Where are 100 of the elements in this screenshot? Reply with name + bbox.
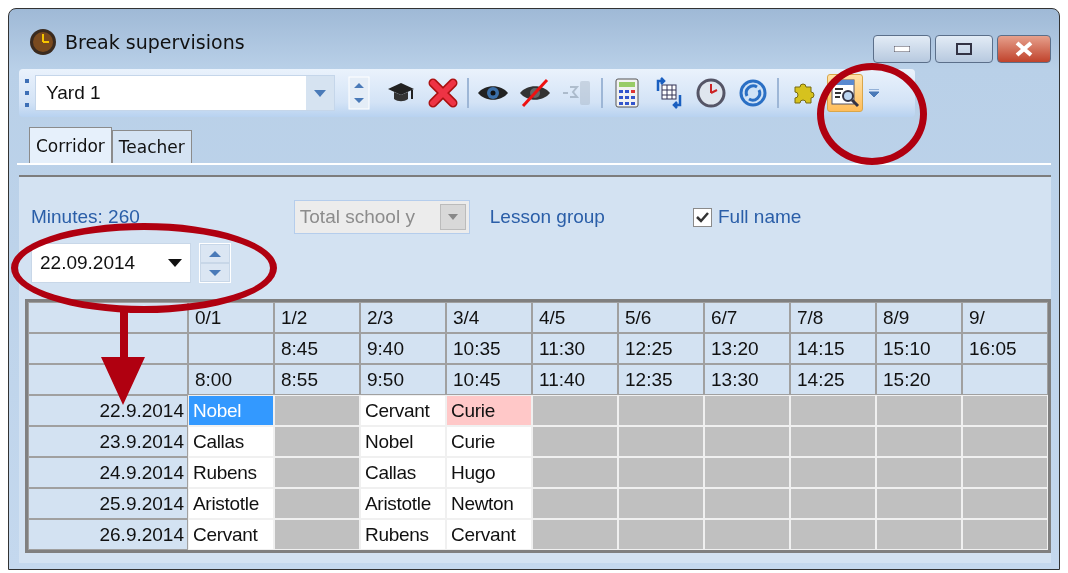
crossed-eye-icon: [519, 78, 551, 108]
maximize-button[interactable]: [935, 35, 993, 63]
date-spinner[interactable]: [199, 243, 231, 283]
blocked-cell[interactable]: [618, 457, 704, 488]
blocked-cell[interactable]: [962, 457, 1048, 488]
teacher-cell[interactable]: Nobel: [360, 426, 446, 457]
teacher-cell[interactable]: Cervant: [360, 395, 446, 426]
blocked-cell[interactable]: [876, 395, 962, 426]
teacher-cell[interactable]: Aristotle: [188, 488, 274, 519]
time-header: 12:25: [618, 333, 704, 364]
blocked-cell[interactable]: [876, 488, 962, 519]
blocked-cell[interactable]: [790, 488, 876, 519]
blocked-cell[interactable]: [962, 488, 1048, 519]
time-header: 14:25: [790, 364, 876, 395]
period-header: 3/4: [446, 302, 532, 333]
tab[interactable]: Teacher: [111, 130, 192, 163]
blocked-cell[interactable]: [790, 395, 876, 426]
teacher-cell[interactable]: Curie: [446, 395, 532, 426]
time-header: 16:05: [962, 333, 1048, 364]
period-header: 7/8: [790, 302, 876, 333]
minutes-label: Minutes: 260: [31, 206, 140, 228]
teacher-cell[interactable]: Cervant: [446, 519, 532, 550]
teacher-cell[interactable]: Newton: [446, 488, 532, 519]
blocked-cell[interactable]: [274, 457, 360, 488]
teacher-cell[interactable]: Cervant: [188, 519, 274, 550]
close-icon: [1015, 41, 1033, 57]
spinner-arrows-icon: [348, 76, 370, 110]
blocked-cell[interactable]: [790, 519, 876, 550]
blocked-cell[interactable]: [618, 395, 704, 426]
close-button[interactable]: [997, 35, 1051, 63]
blocked-cell[interactable]: [704, 426, 790, 457]
period-header: 5/6: [618, 302, 704, 333]
teacher-cell[interactable]: Callas: [188, 426, 274, 457]
eye-icon: [477, 83, 509, 103]
period-header: 0/1: [188, 302, 274, 333]
time-header: 15:10: [876, 333, 962, 364]
blocked-cell[interactable]: [962, 395, 1048, 426]
report-search-icon: [830, 78, 860, 108]
blocked-cell[interactable]: [532, 395, 618, 426]
teacher-cell[interactable]: Rubens: [188, 457, 274, 488]
blocked-cell[interactable]: [618, 519, 704, 550]
date-picker[interactable]: 22.09.2014: [31, 243, 191, 283]
blocked-cell[interactable]: [274, 395, 360, 426]
time-header: 9:50: [360, 364, 446, 395]
blocked-cell[interactable]: [704, 395, 790, 426]
period-header: 1/2: [274, 302, 360, 333]
full-name-checkbox[interactable]: [692, 207, 712, 227]
date-header: 24.9.2014: [28, 457, 188, 488]
time-header: 12:35: [618, 364, 704, 395]
blocked-cell[interactable]: [618, 488, 704, 519]
blocked-cell[interactable]: [274, 488, 360, 519]
up-arrow-icon: [209, 250, 221, 257]
minimize-icon: [894, 46, 910, 52]
calculator-icon: [615, 78, 639, 108]
blocked-cell[interactable]: [532, 488, 618, 519]
window-title: Break supervisions: [65, 31, 246, 53]
blocked-cell[interactable]: [704, 519, 790, 550]
blocked-cell[interactable]: [790, 457, 876, 488]
period-header: 4/5: [532, 302, 618, 333]
time-header: 11:30: [532, 333, 618, 364]
table-arrows-icon: [654, 77, 684, 109]
lesson-group-link[interactable]: Lesson group: [489, 206, 605, 228]
blocked-cell[interactable]: [962, 426, 1048, 457]
caret-icon: [314, 89, 326, 97]
time-header: 9:40: [360, 333, 446, 364]
teacher-cell[interactable]: Aristotle: [360, 488, 446, 519]
blocked-cell[interactable]: [274, 426, 360, 457]
period-header: 6/7: [704, 302, 790, 333]
yard-combo[interactable]: Yard 1: [35, 75, 335, 111]
teacher-cell[interactable]: Rubens: [360, 519, 446, 550]
time-header: 10:45: [446, 364, 532, 395]
time-header: 13:30: [704, 364, 790, 395]
blocked-cell[interactable]: [876, 426, 962, 457]
tab[interactable]: Corridor: [29, 127, 112, 163]
blocked-cell[interactable]: [704, 457, 790, 488]
gripper-icon: [25, 79, 29, 107]
blocked-cell[interactable]: [274, 519, 360, 550]
blocked-cell[interactable]: [704, 488, 790, 519]
date-header: 23.9.2014: [28, 426, 188, 457]
full-name-label: Full name: [717, 206, 802, 228]
period-header: 2/3: [360, 302, 446, 333]
minimize-button[interactable]: [873, 35, 931, 63]
teacher-cell[interactable]: Hugo: [446, 457, 532, 488]
blocked-cell[interactable]: [532, 426, 618, 457]
blocked-cell[interactable]: [790, 426, 876, 457]
period-header: 8/9: [876, 302, 962, 333]
blocked-cell[interactable]: [532, 519, 618, 550]
counter-icon: [561, 78, 593, 108]
blocked-cell[interactable]: [876, 519, 962, 550]
refresh-icon: [738, 78, 768, 108]
teacher-cell[interactable]: Curie: [446, 426, 532, 457]
blocked-cell[interactable]: [876, 457, 962, 488]
down-arrow-icon: [209, 269, 221, 276]
blocked-cell[interactable]: [532, 457, 618, 488]
teacher-cell[interactable]: Callas: [360, 457, 446, 488]
blocked-cell[interactable]: [962, 519, 1048, 550]
blocked-cell[interactable]: [618, 426, 704, 457]
time-header: 15:20: [876, 364, 962, 395]
time-header: 13:20: [704, 333, 790, 364]
caret-icon: [168, 259, 182, 267]
